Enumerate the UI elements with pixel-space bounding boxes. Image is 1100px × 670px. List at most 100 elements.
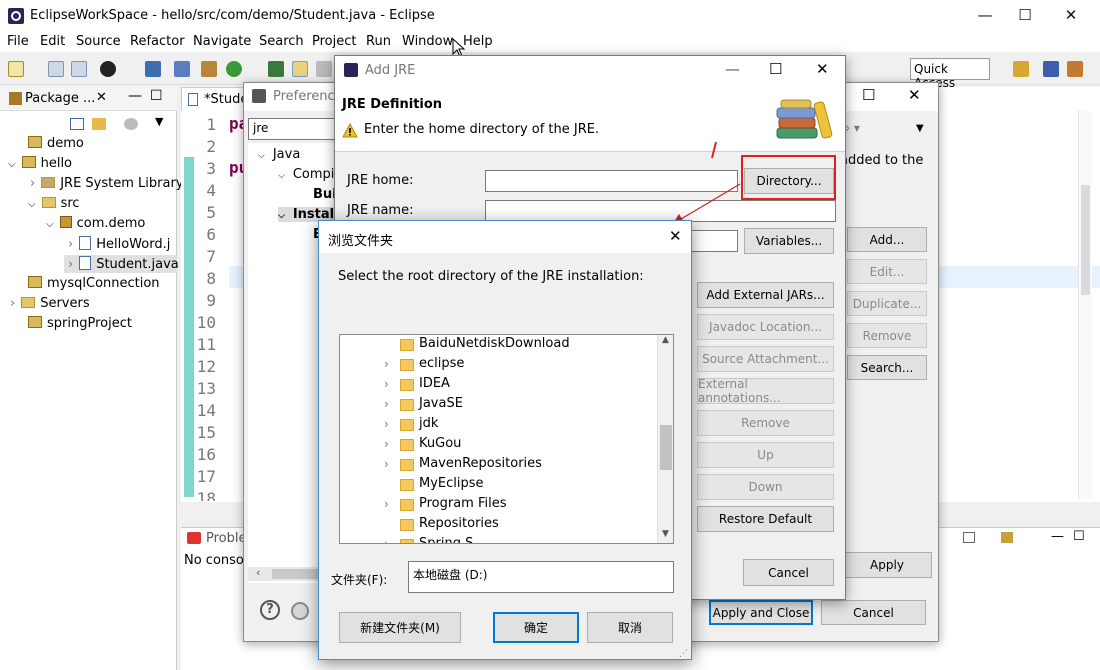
apply-and-close-button[interactable]: Apply and Close	[709, 600, 813, 625]
preferences-cancel-button[interactable]: Cancel	[821, 600, 926, 625]
debug-perspective-icon[interactable]	[1067, 61, 1083, 77]
collapsed-chevron-icon[interactable]: ›	[10, 296, 15, 311]
new-icon[interactable]	[8, 61, 24, 77]
maximize-button[interactable]: ☐	[1010, 6, 1040, 24]
close-button[interactable]: ✕	[908, 86, 921, 104]
save-icon[interactable]	[48, 61, 64, 77]
edit-jre-button[interactable]: Edit...	[847, 259, 927, 284]
collapse-all-icon[interactable]	[70, 118, 84, 130]
folder-tree[interactable]: BaiduNetdiskDownload › eclipse › IDEA › Jav…	[339, 334, 674, 544]
expand-chevron-icon[interactable]: ⌵	[28, 199, 36, 210]
expand-chevron-icon[interactable]: ›	[384, 497, 389, 511]
view-menu-icon[interactable]: ▼	[916, 123, 924, 134]
tree-item-helloword[interactable]: › HelloWord.j	[68, 236, 170, 252]
folder-item[interactable]: › MavenRepositories	[340, 455, 658, 475]
new-folder-button[interactable]: 新建文件夹(M)	[339, 612, 461, 643]
add-external-jars-button[interactable]: Add External JARs...	[697, 282, 834, 308]
browse-cancel-button[interactable]: 取消	[587, 612, 673, 643]
java-perspective-icon[interactable]	[1043, 61, 1059, 77]
folder-path-input[interactable]: 本地磁盘 (D:)	[408, 561, 674, 593]
close-button[interactable]: ✕	[816, 60, 829, 78]
save-all-icon[interactable]	[71, 61, 87, 77]
folder-item[interactable]: › JavaSE	[340, 395, 658, 415]
expand-chevron-icon[interactable]: ›	[384, 457, 389, 471]
package-explorer-tab[interactable]: Package ... ✕ — ☐	[0, 87, 177, 111]
folder-item[interactable]: › eclipse	[340, 355, 658, 375]
editor-tab[interactable]: *Stude	[181, 87, 251, 111]
quick-access-input[interactable]: Quick Access	[910, 58, 990, 90]
folder-item[interactable]: BaiduNetdiskDownload	[340, 335, 658, 355]
tree-item-hello[interactable]: ⌵ hello	[8, 156, 72, 171]
close-tab-icon[interactable]: ✕	[96, 90, 107, 105]
minimize-button[interactable]: —	[970, 6, 1000, 24]
apply-button[interactable]: Apply	[842, 552, 932, 578]
import-export-icon[interactable]	[291, 602, 309, 620]
view-menu-icon[interactable]: ▼	[155, 115, 163, 128]
default-vm-args-input[interactable]	[688, 230, 738, 252]
restore-default-button[interactable]: Restore Default	[697, 506, 834, 532]
editor-scrollbar[interactable]	[1078, 110, 1092, 500]
scrollbar-thumb[interactable]	[1081, 185, 1090, 295]
search-jre-button[interactable]: Search...	[847, 355, 927, 380]
expand-chevron-icon[interactable]: ›	[384, 397, 389, 411]
minimize-view-icon[interactable]: —	[1051, 529, 1064, 544]
console-toolbar-icon[interactable]	[963, 532, 975, 543]
maximize-view-icon[interactable]: ☐	[150, 88, 163, 104]
folder-tree-scrollbar[interactable]: ▲ ▼	[657, 335, 673, 543]
tree-item-java[interactable]: ⌵ Java	[258, 147, 300, 162]
annotation-icon[interactable]	[316, 61, 332, 77]
search-icon[interactable]	[268, 61, 284, 77]
expand-chevron-icon[interactable]: ›	[384, 537, 389, 543]
preferences-filter-input[interactable]: jre	[248, 118, 338, 140]
menu-window[interactable]: Window	[402, 34, 453, 49]
skip-breakpoints-icon[interactable]	[174, 61, 190, 77]
problems-tab-label[interactable]: Proble	[206, 531, 247, 546]
minimize-button[interactable]: —	[725, 60, 740, 78]
jre-name-input[interactable]	[485, 200, 836, 222]
expand-chevron-icon[interactable]: ›	[384, 357, 389, 371]
close-button[interactable]: ✕	[669, 227, 682, 245]
variables-button[interactable]: Variables...	[744, 228, 834, 254]
folder-item[interactable]: › KuGou	[340, 435, 658, 455]
folder-item[interactable]: › Spring S...	[340, 535, 658, 543]
menu-project[interactable]: Project	[312, 34, 356, 49]
folder-item[interactable]: › IDEA	[340, 375, 658, 395]
menu-run[interactable]: Run	[366, 34, 391, 49]
folder-item[interactable]: › Program Files	[340, 495, 658, 515]
tree-item-mysqlconnection[interactable]: mysqlConnection	[28, 276, 160, 291]
tree-item-src[interactable]: ⌵ src	[28, 196, 80, 211]
menu-edit[interactable]: Edit	[40, 34, 65, 49]
menu-file[interactable]: File	[7, 34, 29, 49]
collapsed-chevron-icon[interactable]: ›	[68, 257, 73, 272]
close-window-button[interactable]: ✕	[1056, 6, 1086, 24]
console-icon[interactable]	[145, 61, 161, 77]
folder-item[interactable]: MyEclipse	[340, 475, 658, 495]
expand-chevron-icon[interactable]: ⌵	[278, 171, 285, 181]
scrollbar-thumb[interactable]	[660, 425, 672, 470]
maximize-view-icon[interactable]: ☐	[1073, 529, 1085, 544]
add-jre-button[interactable]: Add...	[847, 227, 927, 252]
tree-item-com-demo[interactable]: ⌵ com.demo	[46, 216, 145, 231]
expand-chevron-icon[interactable]: ⌵	[8, 159, 16, 170]
expand-chevron-icon[interactable]: ⌵	[258, 151, 265, 161]
maximize-button[interactable]: ☐	[769, 60, 782, 78]
tree-item-student[interactable]: › Student.java	[64, 255, 179, 273]
down-button[interactable]: Down	[697, 474, 834, 500]
duplicate-jre-button[interactable]: Duplicate...	[847, 291, 927, 316]
expand-chevron-icon[interactable]: ›	[384, 437, 389, 451]
help-icon[interactable]: ?	[260, 600, 280, 620]
tree-item-springproject[interactable]: springProject	[28, 316, 132, 331]
tree-item-servers[interactable]: › Servers	[10, 296, 90, 311]
collapsed-chevron-icon[interactable]: ›	[68, 237, 73, 252]
console-toolbar-icon[interactable]	[1001, 532, 1013, 543]
up-button[interactable]: Up	[697, 442, 834, 468]
source-attachment-button[interactable]: Source Attachment...	[697, 346, 834, 372]
menu-search[interactable]: Search	[259, 34, 304, 49]
focus-icon[interactable]	[124, 118, 138, 130]
folder-item[interactable]: › jdk	[340, 415, 658, 435]
remove-library-button[interactable]: Remove	[697, 410, 834, 436]
debug-target-icon[interactable]	[100, 61, 116, 77]
external-annotations-button[interactable]: External annotations...	[697, 377, 834, 405]
expand-chevron-icon[interactable]: ⌵	[278, 211, 285, 221]
tree-item-demo[interactable]: demo	[28, 136, 84, 151]
